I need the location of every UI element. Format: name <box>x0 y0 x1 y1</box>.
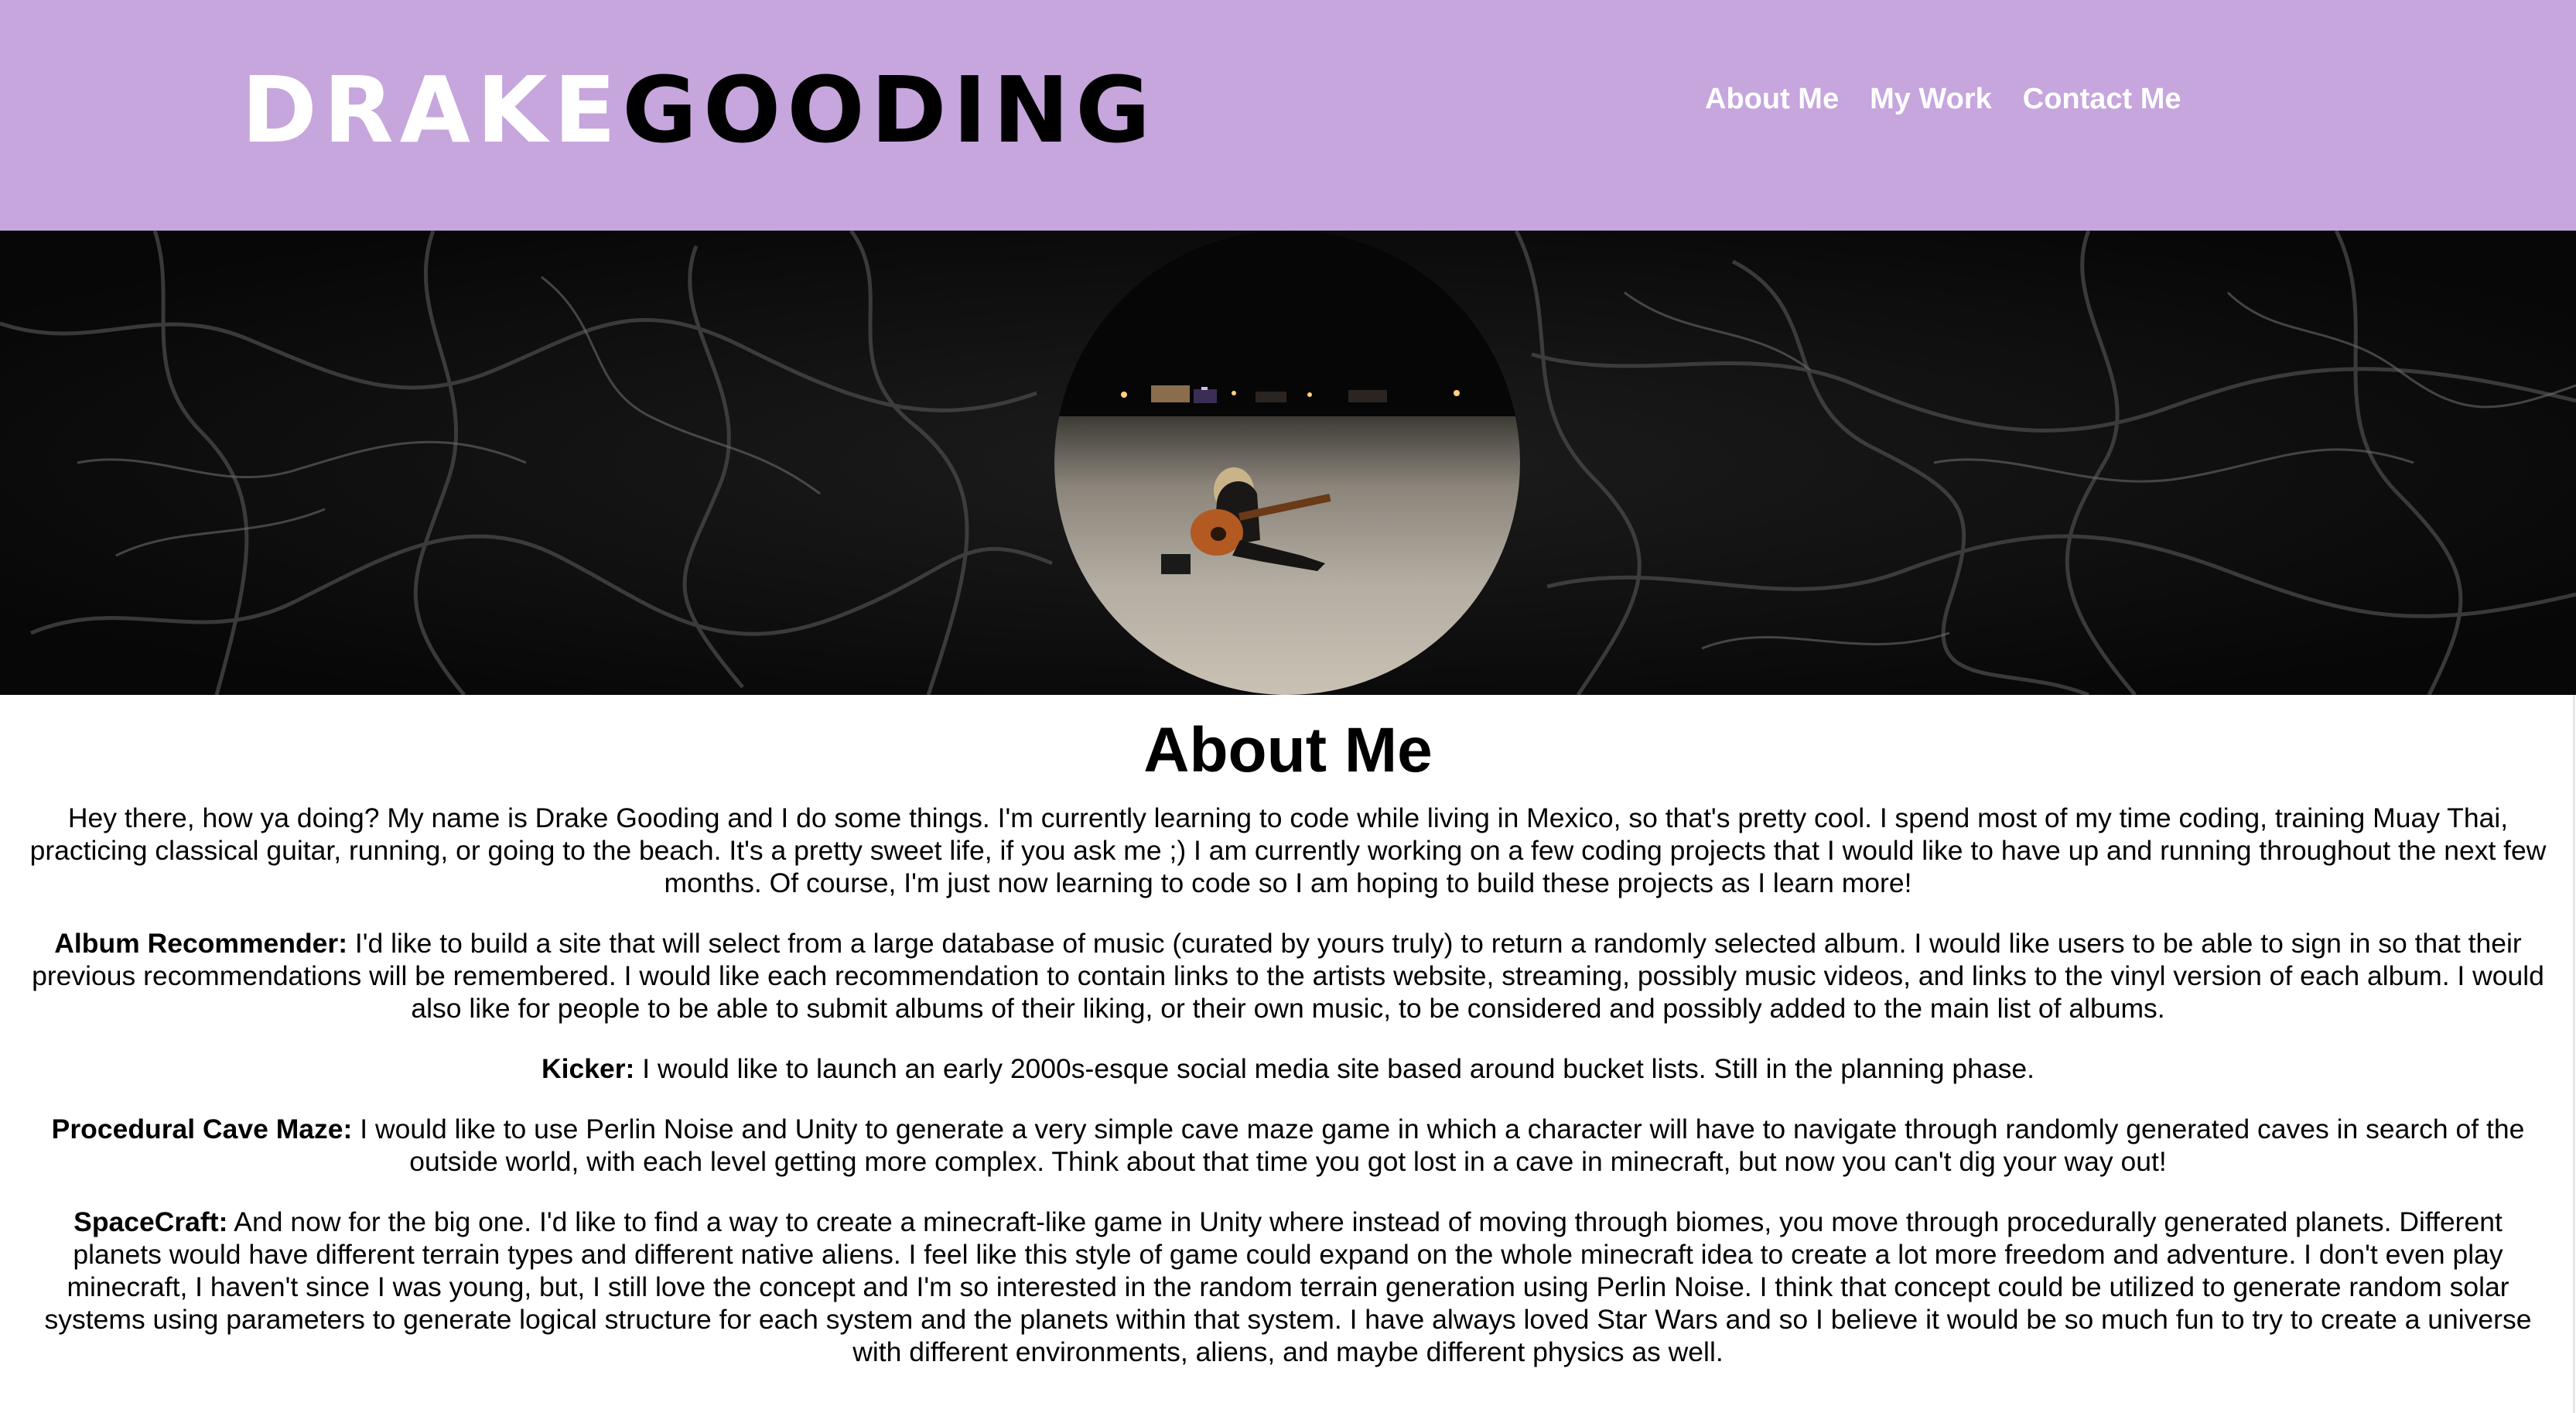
site-logo[interactable]: DRAKEGOODING <box>241 60 1156 159</box>
page-title: About Me <box>1143 715 1433 785</box>
about-section: About Me Hey there, how ya doing? My nam… <box>0 695 2576 1396</box>
nav-contact-me[interactable]: Contact Me <box>2023 80 2181 118</box>
logo-last-name: GOODING <box>622 56 1157 163</box>
site-header: DRAKEGOODING About Me My Work Contact Me <box>0 0 2576 231</box>
logo-first-name: DRAKE <box>241 56 623 163</box>
profile-photo <box>1054 231 1520 695</box>
main-nav: About Me My Work Contact Me <box>1705 80 2181 118</box>
project-name: SpaceCraft: <box>73 1206 228 1237</box>
project-name: Kicker: <box>542 1053 635 1084</box>
project-spacecraft: SpaceCraft: And now for the big one. I'd… <box>28 1206 2548 1368</box>
project-description: And now for the big one. I'd like to fin… <box>44 1206 2532 1367</box>
project-description: I'd like to build a site that will selec… <box>32 928 2544 1024</box>
project-album-recommender: Album Recommender: I'd like to build a s… <box>28 927 2548 1025</box>
project-description: I would like to use Perlin Noise and Uni… <box>352 1114 2525 1177</box>
nav-about-me[interactable]: About Me <box>1705 80 1839 118</box>
project-procedural-cave-maze: Procedural Cave Maze: I would like to us… <box>28 1113 2548 1178</box>
project-kicker: Kicker: I would like to launch an early … <box>28 1052 2548 1085</box>
page-edge-divider <box>2573 695 2575 1413</box>
project-name: Procedural Cave Maze: <box>51 1114 353 1144</box>
project-name: Album Recommender: <box>54 928 348 959</box>
nav-my-work[interactable]: My Work <box>1870 80 1992 118</box>
beach-guitar-image <box>1054 231 1520 695</box>
intro-paragraph: Hey there, how ya doing? My name is Drak… <box>29 802 2547 898</box>
project-description: I would like to launch an early 2000s-es… <box>634 1053 2034 1084</box>
